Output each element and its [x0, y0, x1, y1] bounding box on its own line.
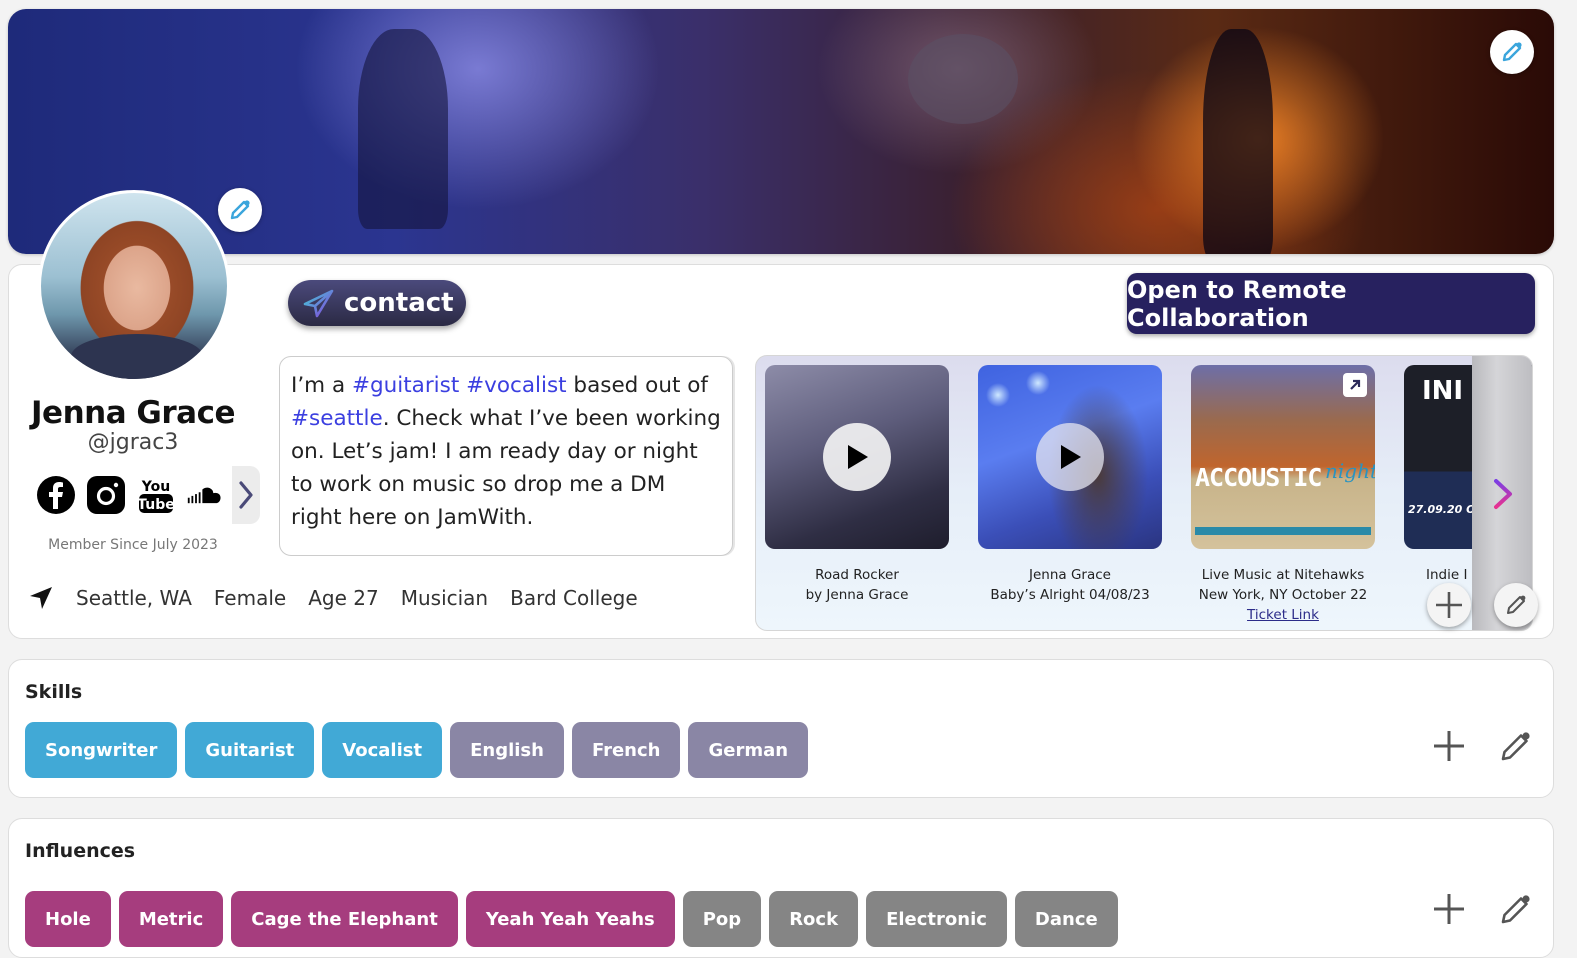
social-links: You Tube	[36, 466, 260, 524]
skill-chip-songwriter[interactable]: Songwriter	[25, 722, 178, 778]
chevron-right-icon	[1494, 479, 1512, 509]
media-subtitle: New York, NY October 22	[1198, 587, 1368, 603]
media-caption: Live Music at Nitehawks New York, NY Oct…	[1191, 565, 1375, 625]
skill-chip-german[interactable]: German	[688, 722, 809, 778]
influence-chip-pop[interactable]: Pop	[682, 891, 762, 947]
pencil-icon	[1502, 42, 1522, 62]
influence-chip-dance[interactable]: Dance	[1014, 891, 1118, 947]
svg-text:You: You	[141, 479, 170, 495]
profile-name: Jenna Grace	[31, 395, 235, 431]
bio-text-fragment: based out of	[566, 373, 708, 398]
influence-chip-hole[interactable]: Hole	[25, 891, 111, 947]
media-title: Jenna Grace	[1029, 567, 1111, 583]
poster-band	[1195, 527, 1371, 535]
hashtag-link[interactable]: #guitarist	[352, 373, 459, 398]
influences-title: Influences	[25, 840, 136, 862]
plus-icon	[1434, 731, 1464, 761]
detail-occupation: Musician	[400, 586, 489, 610]
media-carousel: Road Rocker by Jenna Grace Jenna Grace B…	[755, 355, 1533, 631]
add-media-button[interactable]	[1427, 583, 1471, 627]
avatar-shirt	[71, 334, 203, 379]
hashtag-link[interactable]: #vocalist	[466, 373, 566, 398]
play-icon	[848, 445, 868, 469]
media-thumb-nitehawks-poster[interactable]: ACCOUSTIC night	[1191, 365, 1375, 549]
pencil-icon	[1501, 732, 1530, 761]
detail-location: Seattle, WA	[76, 586, 192, 610]
bio-content: I’m a #guitarist #vocalist based out of …	[291, 373, 721, 530]
youtube-icon[interactable]: You Tube	[136, 475, 176, 515]
external-link-button[interactable]	[1343, 373, 1367, 397]
influence-chip-cage-the-elephant[interactable]: Cage the Elephant	[231, 891, 458, 947]
pencil-icon	[230, 200, 250, 220]
detail-gender: Female	[213, 586, 287, 610]
media-title: Road Rocker	[815, 567, 899, 583]
hashtag-link[interactable]: #seattle	[291, 406, 383, 431]
pencil-icon	[1501, 895, 1530, 924]
influence-chip-rock[interactable]: Rock	[769, 891, 859, 947]
skill-chip-english[interactable]: English	[450, 722, 564, 778]
play-icon	[1061, 445, 1081, 469]
media-thumb-road-rocker[interactable]	[765, 365, 949, 549]
facebook-icon[interactable]	[36, 475, 76, 515]
location-arrow-icon	[30, 587, 52, 609]
add-skill-button[interactable]	[1429, 726, 1469, 766]
ticket-link[interactable]: Ticket Link	[1247, 607, 1319, 623]
influences-chips: Hole Metric Cage the Elephant Yeah Yeah Yea…	[25, 891, 1118, 947]
media-item: Jenna Grace Baby’s Alright 04/08/23	[978, 365, 1162, 605]
influence-chip-yeah-yeah-yeahs[interactable]: Yeah Yeah Yeahs	[465, 891, 675, 947]
influence-chip-metric[interactable]: Metric	[118, 891, 224, 947]
edit-cover-button[interactable]	[1490, 30, 1534, 74]
remote-collaboration-button[interactable]: Open to Remote Collaboration	[1127, 273, 1535, 334]
chevron-right-icon	[239, 481, 253, 509]
media-subtitle: Baby’s Alright 04/08/23	[990, 587, 1150, 603]
media-subtitle: by Jenna Grace	[805, 587, 909, 603]
media-caption: Jenna Grace Baby’s Alright 04/08/23	[978, 565, 1162, 605]
plus-icon	[1436, 592, 1462, 618]
media-title: Live Music at Nitehawks	[1201, 567, 1365, 583]
edit-influences-button[interactable]	[1496, 889, 1536, 929]
play-button[interactable]	[1036, 423, 1104, 491]
member-since: Member Since July 2023	[48, 537, 218, 553]
svg-text:Tube: Tube	[137, 497, 175, 513]
plus-icon	[1434, 894, 1464, 924]
detail-school: Bard College	[510, 586, 638, 610]
bio-text: I’m a #guitarist #vocalist based out of …	[279, 356, 733, 556]
add-influence-button[interactable]	[1429, 889, 1469, 929]
media-caption: Road Rocker by Jenna Grace	[765, 565, 949, 605]
media-item: Road Rocker by Jenna Grace	[765, 365, 949, 605]
socials-next-button[interactable]	[232, 466, 260, 524]
edit-avatar-button[interactable]	[218, 188, 262, 232]
profile-details: Seattle, WA Female Age 27 Musician Bard …	[28, 585, 638, 611]
avatar	[38, 190, 230, 382]
contact-button[interactable]: contact	[288, 280, 466, 326]
media-item: ACCOUSTIC night Live Music at Nitehawks …	[1191, 365, 1375, 625]
edit-skills-button[interactable]	[1496, 726, 1536, 766]
soundcloud-icon[interactable]	[186, 475, 226, 515]
profile-handle: @jgrac3	[87, 430, 179, 455]
poster-subtitle: night	[1325, 459, 1375, 483]
bio-text-fragment: I’m a	[291, 373, 352, 398]
skill-chip-vocalist[interactable]: Vocalist	[322, 722, 443, 778]
influence-chip-electronic[interactable]: Electronic	[866, 891, 1007, 947]
skills-chips: Songwriter Guitarist Vocalist English French…	[25, 722, 809, 778]
paper-plane-icon	[303, 289, 334, 318]
edit-media-button[interactable]	[1494, 583, 1538, 627]
pencil-icon	[1507, 595, 1526, 614]
banner-figure-left	[358, 29, 448, 229]
detail-age: Age 27	[308, 586, 379, 610]
external-link-icon	[1350, 379, 1361, 390]
influences-section: Influences Hole Metric Cage the Elephant Ye…	[8, 818, 1554, 958]
skill-chip-guitarist[interactable]: Guitarist	[185, 722, 315, 778]
skill-chip-french[interactable]: French	[571, 722, 681, 778]
skills-title: Skills	[25, 681, 83, 703]
banner-figure-guitarist	[1203, 29, 1273, 254]
play-button[interactable]	[823, 423, 891, 491]
carousel-next-button[interactable]	[1491, 476, 1515, 512]
poster-title: ACCOUSTIC	[1195, 463, 1322, 492]
skills-section: Skills Songwriter Guitarist Vocalist Englis…	[8, 659, 1554, 798]
instagram-icon[interactable]	[86, 475, 126, 515]
media-thumb-babys-alright[interactable]	[978, 365, 1162, 549]
contact-label: contact	[344, 288, 454, 318]
banner-drum	[908, 34, 1018, 124]
